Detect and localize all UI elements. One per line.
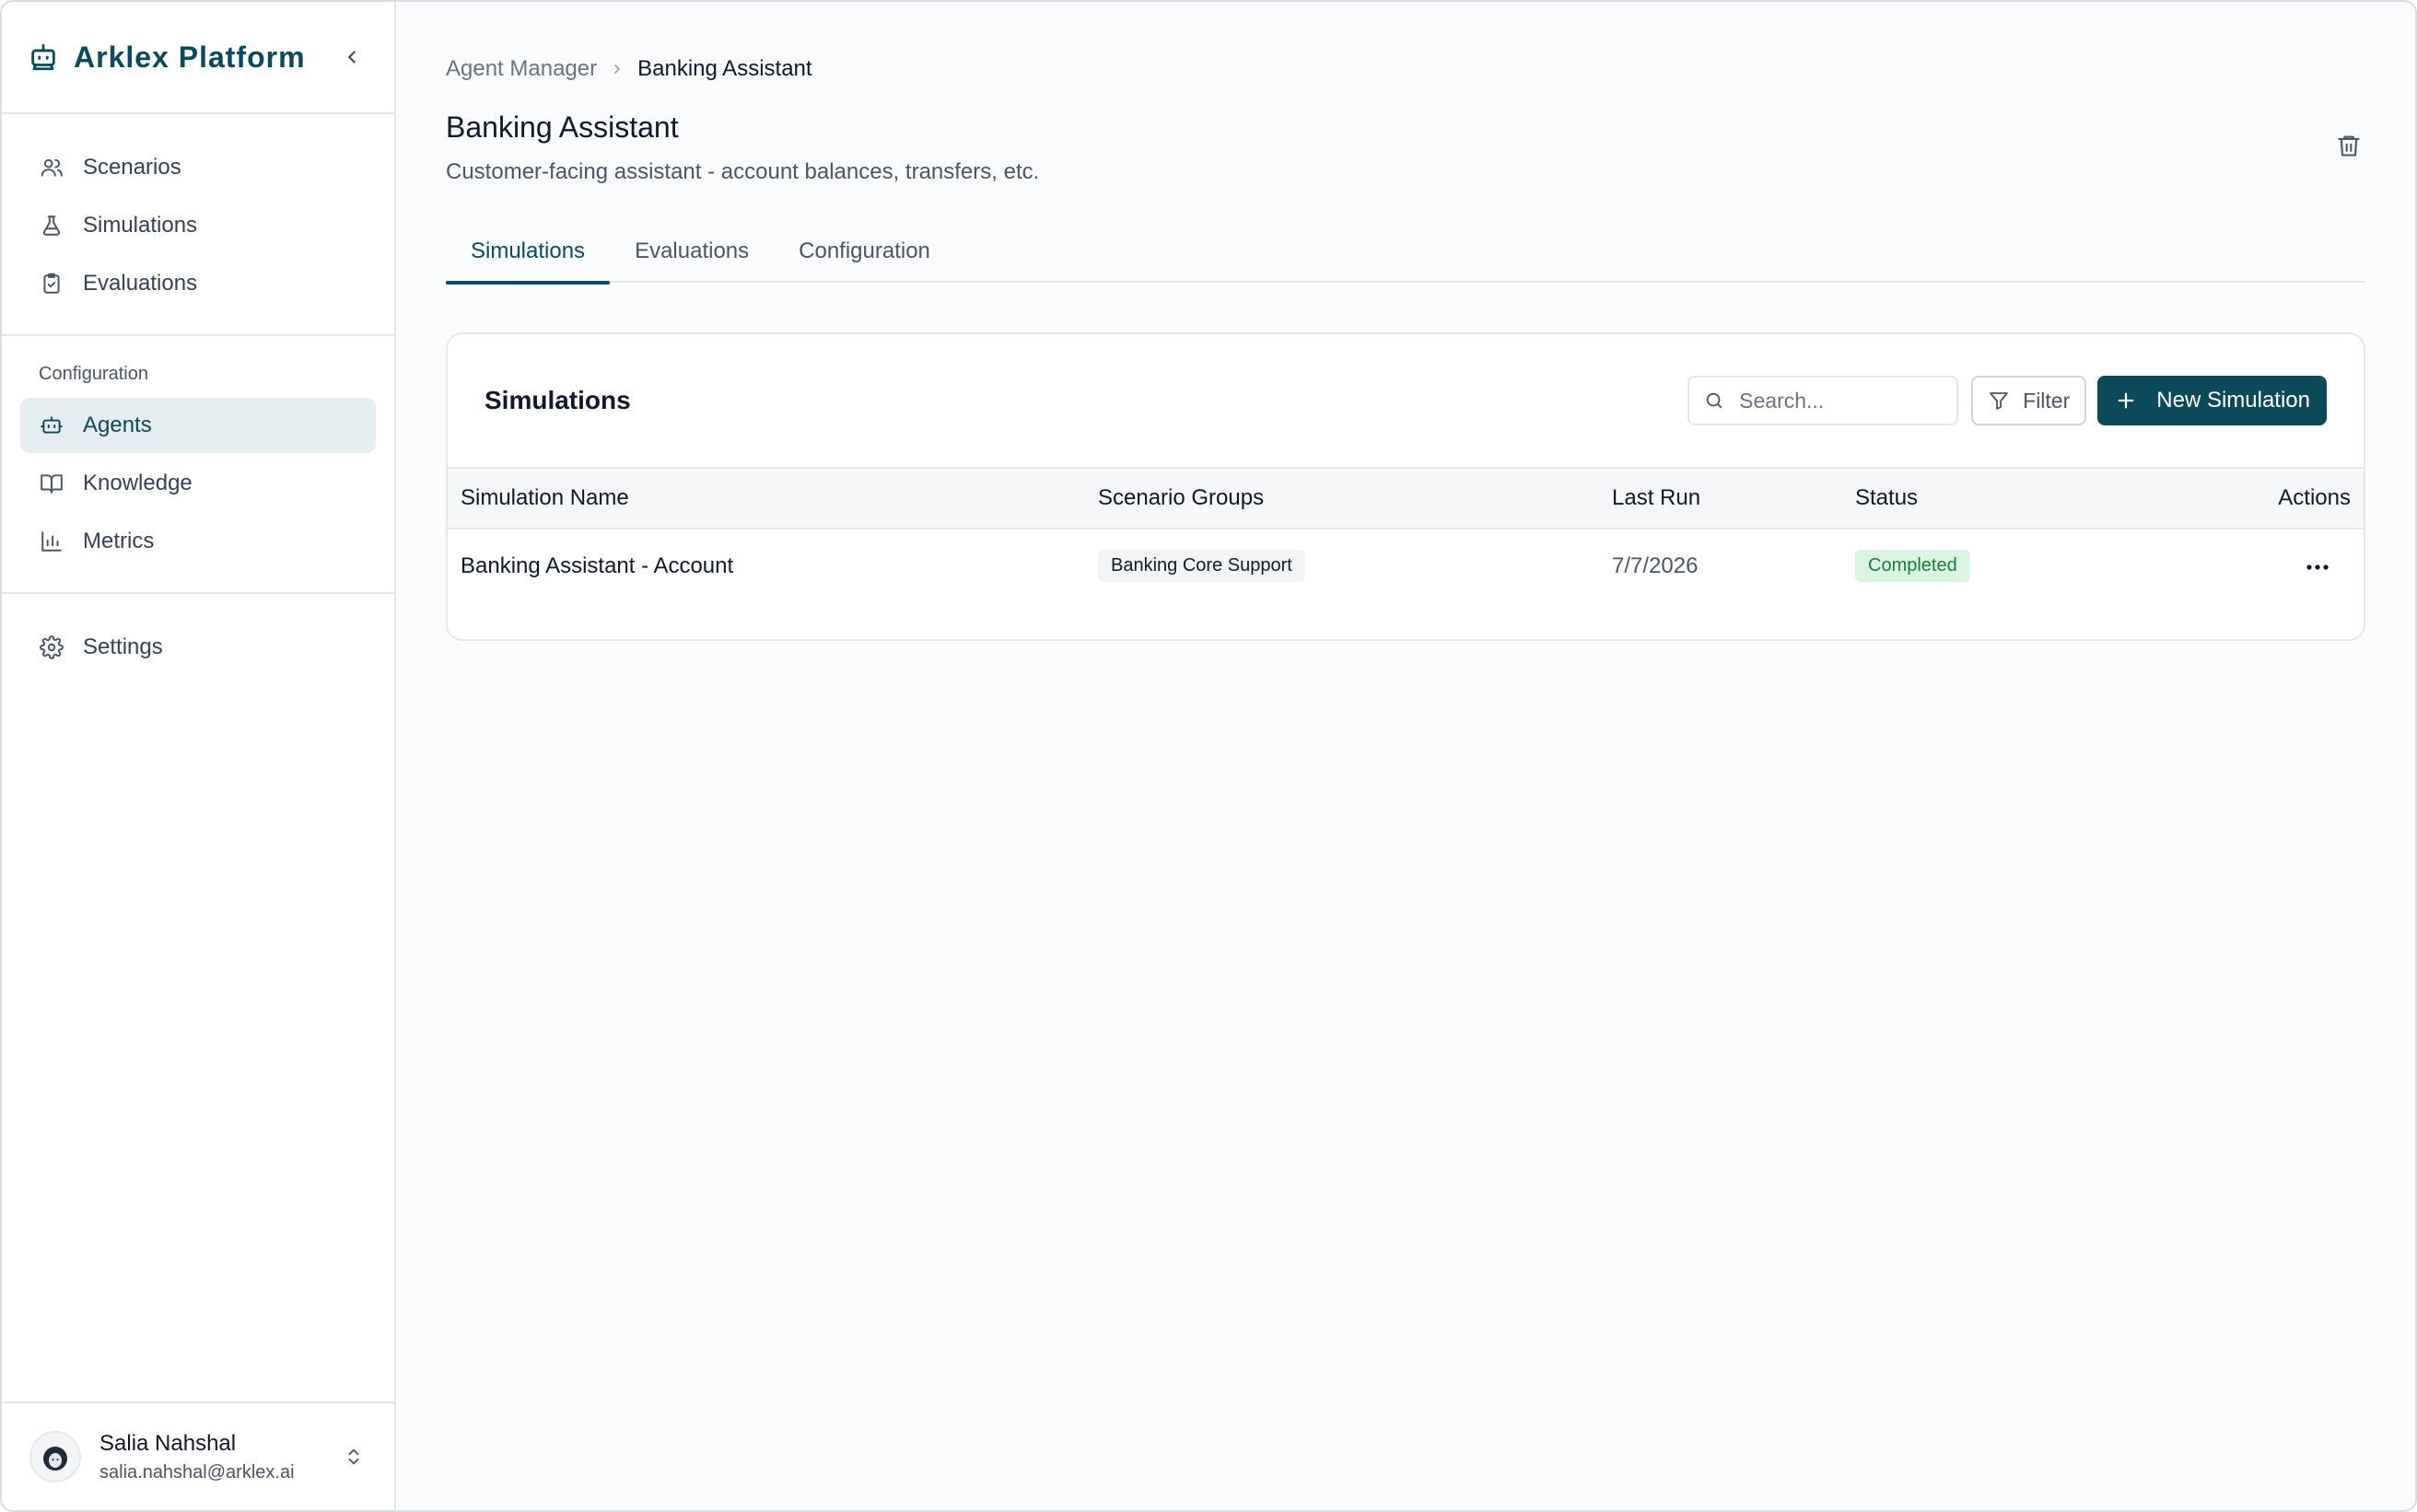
actions-cell <box>2211 529 2364 602</box>
page-subtitle: Customer-facing assistant - account bala… <box>446 159 1040 184</box>
card-title: Simulations <box>485 386 631 414</box>
row-actions-button[interactable] <box>2299 553 2336 581</box>
primary-nav: Scenarios Simulations Evaluations <box>2 114 394 336</box>
user-email: salia.nahshal@arklex.ai <box>99 1461 295 1483</box>
app-name: Arklex Platform <box>74 40 306 74</box>
plus-icon <box>2116 390 2138 412</box>
bot-icon <box>39 413 64 438</box>
user-profile[interactable]: Salia Nahshal salia.nahshal@arklex.ai <box>2 1402 394 1510</box>
scenario-group-tag: Banking Core Support <box>1098 550 1305 582</box>
sidebar-item-scenarios[interactable]: Scenarios <box>20 140 376 195</box>
status-badge: Completed <box>1855 550 1970 582</box>
table-header-row: Simulation Name Scenario Groups Last Run… <box>448 468 2364 529</box>
avatar <box>29 1431 81 1483</box>
tab-evaluations[interactable]: Evaluations <box>610 220 774 283</box>
column-header-actions: Actions <box>2278 485 2351 510</box>
nav-group-label: Configuration <box>39 364 148 384</box>
column-header-scenario-groups[interactable]: Scenario Groups <box>1085 468 1599 529</box>
sidebar-item-metrics[interactable]: Metrics <box>20 514 376 569</box>
sidebar-item-knowledge[interactable]: Knowledge <box>20 456 376 511</box>
simulations-table: Simulation Name Scenario Groups Last Run… <box>448 467 2364 602</box>
simulation-name-cell[interactable]: Banking Assistant - Account <box>448 529 1085 602</box>
gear-icon <box>39 634 64 660</box>
scenario-groups-cell: Banking Core Support <box>1085 529 1599 602</box>
filter-icon <box>1988 389 2012 413</box>
new-simulation-label: New Simulation <box>2156 388 2310 413</box>
tab-simulations[interactable]: Simulations <box>446 220 611 285</box>
column-header-simulation-name[interactable]: Simulation Name <box>448 468 1085 529</box>
sidebar-item-label: Knowledge <box>83 471 193 495</box>
new-simulation-button[interactable]: New Simulation <box>2097 376 2327 425</box>
table-footer-space <box>448 602 2364 639</box>
sidebar-item-simulations[interactable]: Simulations <box>20 198 376 253</box>
sidebar-item-label: Scenarios <box>83 155 181 180</box>
card-header: Simulations Filter <box>448 334 2364 467</box>
sidebar-item-evaluations[interactable]: Evaluations <box>20 256 376 311</box>
users-icon <box>39 155 64 180</box>
more-horizontal-icon <box>2306 564 2329 570</box>
settings-nav: Settings <box>2 594 394 698</box>
sidebar-item-settings[interactable]: Settings <box>20 620 376 675</box>
table-row[interactable]: Banking Assistant - Account Banking Core… <box>448 529 2364 602</box>
page-header: Banking Assistant Customer-facing assist… <box>446 110 2365 185</box>
chevrons-up-down-icon <box>348 1448 359 1465</box>
chevron-right-icon <box>610 62 625 76</box>
sidebar-item-label: Agents <box>83 413 152 437</box>
collapse-sidebar-button[interactable] <box>335 41 368 74</box>
delete-agent-button[interactable] <box>2332 129 2365 162</box>
app-window: Arklex Platform Scenarios Simulations Ev… <box>0 0 2417 1512</box>
filter-label: Filter <box>2023 388 2071 413</box>
clipboard-check-icon <box>39 271 64 297</box>
user-menu-toggle[interactable] <box>341 1440 367 1473</box>
brand-header: Arklex Platform <box>2 2 394 114</box>
trash-icon <box>2338 135 2360 157</box>
sidebar: Arklex Platform Scenarios Simulations Ev… <box>2 2 396 1510</box>
column-header-status[interactable]: Status <box>1842 468 2211 529</box>
breadcrumb-agent-manager[interactable]: Agent Manager <box>446 56 597 82</box>
sidebar-item-label: Simulations <box>83 213 198 238</box>
status-cell: Completed <box>1842 529 2211 602</box>
breadcrumb: Agent Manager Banking Assistant <box>446 55 2365 83</box>
sidebar-item-label: Evaluations <box>83 271 198 296</box>
chevron-left-icon <box>348 51 356 64</box>
search-input[interactable] <box>1739 388 1924 413</box>
breadcrumb-current: Banking Assistant <box>637 56 812 81</box>
page-title: Banking Assistant <box>446 110 679 144</box>
search-box[interactable] <box>1687 376 1959 425</box>
last-run-cell: 7/7/2026 <box>1612 552 1699 578</box>
filter-button[interactable]: Filter <box>1971 376 2087 425</box>
main-content: Agent Manager Banking Assistant Banking … <box>396 2 2415 1510</box>
user-name: Salia Nahshal <box>99 1430 237 1456</box>
flask-icon <box>39 213 64 238</box>
sidebar-item-label: Metrics <box>83 529 155 553</box>
sidebar-item-label: Settings <box>83 634 163 659</box>
column-header-last-run[interactable]: Last Run <box>1599 468 1842 529</box>
bar-chart-icon <box>39 529 64 554</box>
book-icon <box>39 471 64 496</box>
configuration-nav: Configuration Agents Knowledge Metrics <box>2 336 394 594</box>
sidebar-item-agents[interactable]: Agents <box>20 398 376 453</box>
search-icon <box>1704 390 1726 412</box>
simulations-card: Simulations Filter <box>446 332 2365 641</box>
tab-configuration[interactable]: Configuration <box>774 220 955 283</box>
tab-bar: Simulations Evaluations Configuration <box>446 220 2365 285</box>
bot-logo-icon <box>28 41 61 74</box>
